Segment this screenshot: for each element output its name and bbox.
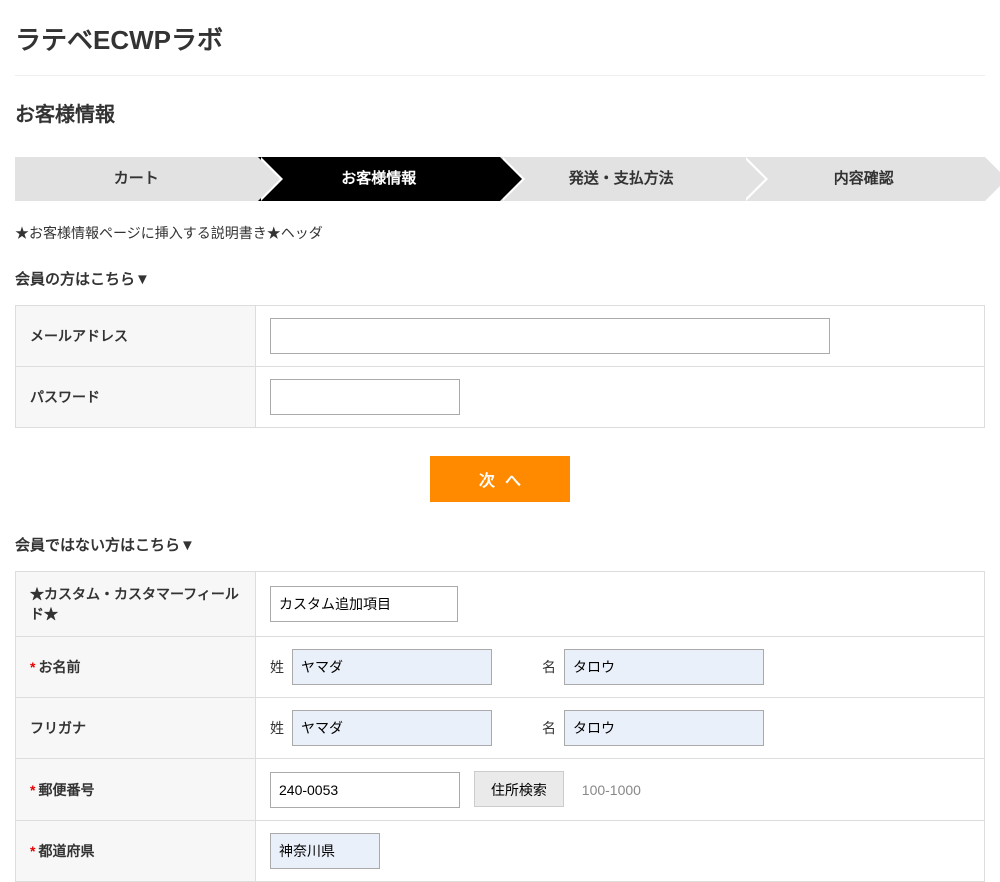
zip-hint: 100-1000 <box>582 782 641 798</box>
progress-step-confirm: 内容確認 <box>743 157 986 201</box>
kana-sei-label: 姓 <box>270 718 284 738</box>
progress-step-shipping: 発送・支払方法 <box>500 157 743 201</box>
page-title: お客様情報 <box>15 98 985 127</box>
sei-label: 姓 <box>270 657 284 677</box>
header-note: ★お客様情報ページに挿入する説明書き★ヘッダ <box>15 223 985 243</box>
zip-label-cell: *郵便番号 <box>16 759 256 821</box>
custom-field-input[interactable] <box>270 586 458 622</box>
required-mark: * <box>30 782 35 798</box>
kana-mei-label: 名 <box>542 718 556 738</box>
guest-heading: 会員ではない方はこちら▼ <box>15 534 985 555</box>
required-mark: * <box>30 659 35 675</box>
pref-input[interactable] <box>270 833 380 869</box>
password-input[interactable] <box>270 379 460 415</box>
zip-input[interactable] <box>270 772 460 808</box>
progress-step-cart: カート <box>15 157 258 201</box>
email-label: メールアドレス <box>16 306 256 367</box>
password-label: パスワード <box>16 367 256 428</box>
zip-label: 郵便番号 <box>38 782 94 798</box>
name-label: お名前 <box>38 659 80 675</box>
pref-label-cell: *都道府県 <box>16 821 256 882</box>
member-heading: 会員の方はこちら▼ <box>15 268 985 289</box>
site-title: ラテベECWPラボ <box>15 0 985 76</box>
kana-label: フリガナ <box>16 698 256 759</box>
progress-step-customer: お客様情報 <box>258 157 501 201</box>
pref-label: 都道府県 <box>38 843 94 859</box>
email-input[interactable] <box>270 318 830 354</box>
zip-search-button[interactable]: 住所検索 <box>474 771 564 807</box>
name-sei-input[interactable] <box>292 649 492 685</box>
next-button[interactable]: 次へ <box>430 456 570 502</box>
member-login-table: メールアドレス パスワード <box>15 305 985 428</box>
guest-form-table: ★カスタム・カスタマーフィールド★ *お名前 姓 名 <box>15 571 985 882</box>
custom-field-label: ★カスタム・カスタマーフィールド★ <box>16 572 256 637</box>
kana-mei-input[interactable] <box>564 710 764 746</box>
name-label-cell: *お名前 <box>16 637 256 698</box>
required-mark: * <box>30 843 35 859</box>
name-mei-input[interactable] <box>564 649 764 685</box>
progress-bar: カート お客様情報 発送・支払方法 内容確認 <box>15 157 985 201</box>
mei-label: 名 <box>542 657 556 677</box>
kana-sei-input[interactable] <box>292 710 492 746</box>
